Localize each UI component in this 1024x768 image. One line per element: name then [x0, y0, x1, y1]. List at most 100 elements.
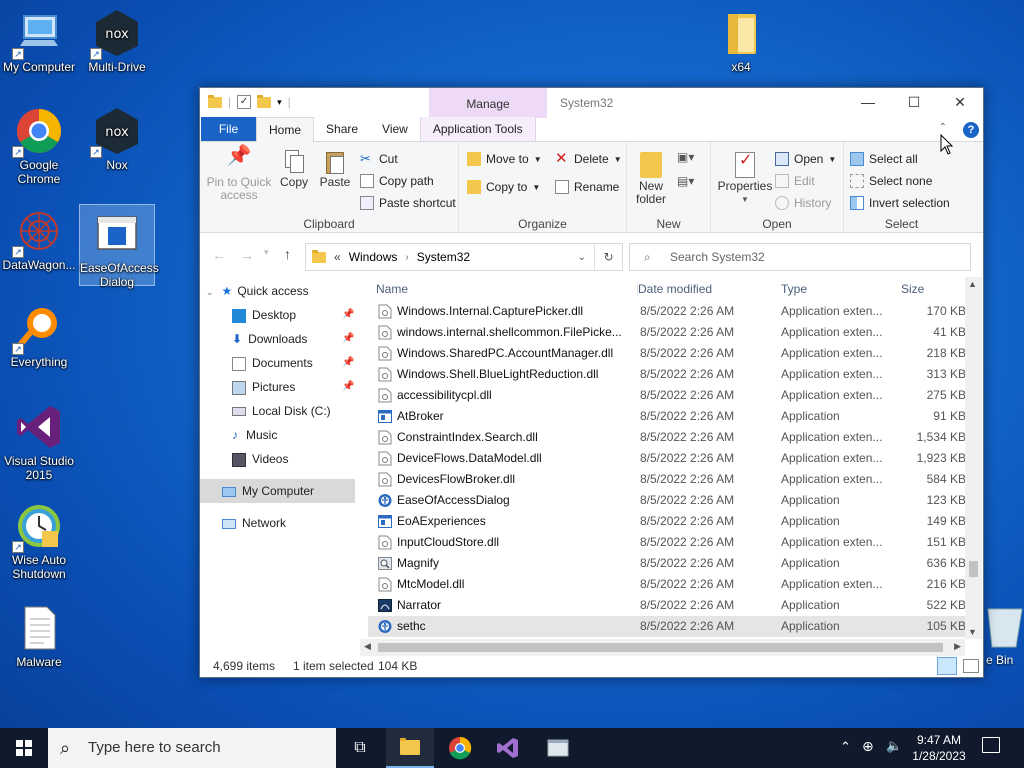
back-arrow-icon[interactable]: ←: [212, 247, 226, 263]
new-folder-qa-icon[interactable]: [257, 94, 272, 108]
column-header-size[interactable]: Size: [901, 282, 924, 296]
paste-shortcut-button[interactable]: Paste shortcut: [360, 196, 456, 210]
invert-selection-button[interactable]: Invert selection: [850, 196, 950, 210]
breadcrumb-windows[interactable]: Windows: [349, 250, 398, 264]
desktop-icon-my-computer[interactable]: ↗ My Computer: [1, 8, 77, 74]
table-row[interactable]: windows.internal.shellcommon.FilePicke..…: [368, 322, 966, 343]
horizontal-scrollbar[interactable]: ◀ ▶: [360, 639, 965, 656]
scroll-thumb[interactable]: [378, 643, 943, 652]
breadcrumb-system32[interactable]: System32: [417, 250, 470, 264]
taskbar-search-input[interactable]: ⌕ Type here to search: [48, 728, 336, 768]
column-header-date[interactable]: Date modified: [637, 282, 712, 296]
tab-share[interactable]: Share: [314, 117, 370, 141]
task-view-button[interactable]: ⧉: [336, 728, 384, 768]
tree-item-documents[interactable]: Documents: [232, 351, 313, 375]
table-row[interactable]: EoAExperiences 8/5/2022 2:26 AM Applicatio…: [368, 511, 966, 532]
table-row[interactable]: EaseOfAccessDialog 8/5/2022 2:26 AM Applic…: [368, 490, 966, 511]
table-row[interactable]: Windows.Internal.CapturePicker.dll 8/5/20…: [368, 301, 966, 322]
column-header-type[interactable]: Type: [781, 282, 807, 296]
tree-item-downloads[interactable]: ⬇ Downloads: [232, 327, 307, 351]
overflow-crumb[interactable]: «: [334, 250, 341, 264]
taskbar-visual-studio[interactable]: [484, 728, 532, 768]
scroll-down-icon[interactable]: ▼: [968, 627, 977, 637]
tree-item-desktop[interactable]: Desktop: [232, 303, 296, 327]
details-view-icon[interactable]: [937, 657, 957, 675]
pin-to-quick-access-button[interactable]: 📌 Pin to Quick access: [204, 146, 274, 202]
tab-view[interactable]: View: [370, 117, 420, 141]
manage-context-tab[interactable]: Manage: [429, 88, 547, 118]
tree-item-my-computer[interactable]: My Computer: [200, 479, 355, 503]
start-button[interactable]: [0, 728, 48, 768]
edit-button[interactable]: Edit: [775, 174, 815, 188]
desktop-icon-wise-auto-shutdown[interactable]: ↗ Wise Auto Shutdown: [1, 501, 77, 581]
select-all-button[interactable]: Select all: [850, 152, 918, 166]
move-to-button[interactable]: Move to ▼: [467, 152, 542, 166]
desktop-icon-datawagon[interactable]: ↗ DataWagon...: [1, 206, 77, 272]
address-bar[interactable]: « Windows › System32 ⌄ ↻: [305, 243, 623, 271]
tree-item-quick-access[interactable]: ⌄ ★ Quick access: [206, 279, 309, 303]
table-row[interactable]: DeviceFlows.DataModel.dll 8/5/2022 2:26 A…: [368, 448, 966, 469]
vertical-scrollbar[interactable]: ▲ ▼: [965, 277, 982, 639]
rename-button[interactable]: Rename: [555, 180, 619, 194]
scroll-up-icon[interactable]: ▲: [968, 279, 977, 289]
table-row-selected[interactable]: sethc 8/5/2022 2:26 AM Application 105 KB: [368, 616, 966, 637]
properties-check-icon[interactable]: ✓: [237, 95, 252, 109]
tree-item-pictures[interactable]: Pictures: [232, 375, 295, 399]
network-globe-icon[interactable]: ⊕: [862, 738, 874, 755]
close-button[interactable]: ✕: [937, 88, 983, 118]
table-row[interactable]: Magnify 8/5/2022 2:26 AM Application 636 KB: [368, 553, 966, 574]
show-hidden-icons-chevron[interactable]: ⌃: [840, 739, 851, 755]
select-none-button[interactable]: Select none: [850, 174, 932, 188]
table-row[interactable]: AtBroker 8/5/2022 2:26 AM Application 91 KB: [368, 406, 966, 427]
minimize-button[interactable]: —: [845, 88, 891, 118]
delete-button[interactable]: ✕ Delete ▼: [555, 151, 622, 166]
tree-item-videos[interactable]: Videos: [232, 447, 288, 471]
cut-button[interactable]: ✂ Cut: [360, 152, 398, 167]
scroll-right-icon[interactable]: ▶: [954, 641, 961, 652]
table-row[interactable]: MtcModel.dll 8/5/2022 2:26 AM Application …: [368, 574, 966, 595]
open-button[interactable]: Open ▼: [775, 152, 836, 166]
copy-to-button[interactable]: Copy to ▼: [467, 180, 540, 194]
table-row[interactable]: Windows.SharedPC.AccountManager.dll 8/5/2…: [368, 343, 966, 364]
desktop-icon-everything[interactable]: ↗ Everything: [1, 303, 77, 369]
notification-center-icon[interactable]: [982, 737, 1000, 753]
customize-dropdown-icon[interactable]: ▾: [277, 97, 282, 108]
copy-button[interactable]: Copy: [276, 150, 312, 189]
paste-button[interactable]: Paste: [316, 150, 354, 189]
tab-home[interactable]: Home: [256, 117, 315, 142]
table-row[interactable]: DevicesFlowBroker.dll 8/5/2022 2:26 AM App…: [368, 469, 966, 490]
scroll-thumb[interactable]: [969, 561, 978, 577]
properties-button[interactable]: ✓ Properties ▼: [717, 150, 773, 206]
chevron-right-icon[interactable]: ›: [405, 252, 408, 263]
desktop-icon-visual-studio-2015[interactable]: Visual Studio 2015: [1, 402, 77, 482]
copy-path-button[interactable]: Copy path: [360, 174, 434, 188]
tree-item-music[interactable]: ♪ Music: [232, 423, 277, 447]
table-row[interactable]: accessibilitycpl.dll 8/5/2022 2:26 AM Appl…: [368, 385, 966, 406]
taskbar-file-explorer[interactable]: [386, 728, 434, 768]
desktop-icon-nox[interactable]: nox ↗ Nox: [79, 106, 155, 172]
desktop-icon-malware[interactable]: Malware: [1, 603, 77, 669]
desktop-icon-x64[interactable]: x64: [703, 8, 779, 74]
history-button[interactable]: History: [775, 196, 831, 210]
desktop-icon-multi-drive[interactable]: nox ↗ Multi-Drive: [79, 8, 155, 74]
large-icons-view-icon[interactable]: [963, 659, 979, 673]
recent-locations-chevron-icon[interactable]: ▾: [264, 247, 269, 258]
search-input[interactable]: ⌕ Search System32: [629, 243, 971, 271]
tree-item-local-disk[interactable]: Local Disk (C:): [232, 399, 331, 423]
taskbar-app-window[interactable]: [534, 728, 582, 768]
collapse-ribbon-icon[interactable]: ⌃: [939, 122, 947, 133]
refresh-icon[interactable]: ↻: [594, 244, 622, 270]
help-icon[interactable]: ?: [963, 122, 979, 138]
desktop-icon-google-chrome[interactable]: ↗ Google Chrome: [1, 106, 77, 186]
clock[interactable]: 9:47 AM 1/28/2023: [912, 732, 966, 764]
volume-icon[interactable]: 🔈: [886, 738, 902, 754]
tab-file[interactable]: File: [201, 117, 256, 141]
table-row[interactable]: Narrator 8/5/2022 2:26 AM Application 522 K…: [368, 595, 966, 616]
new-item-button[interactable]: ▣▾: [677, 150, 694, 164]
up-arrow-icon[interactable]: ↑: [284, 246, 291, 262]
maximize-button[interactable]: ☐: [891, 88, 937, 118]
tree-item-network[interactable]: Network: [222, 511, 286, 535]
scroll-left-icon[interactable]: ◀: [364, 641, 371, 652]
easy-access-button[interactable]: ▤▾: [677, 174, 694, 188]
taskbar-chrome[interactable]: [436, 728, 484, 768]
